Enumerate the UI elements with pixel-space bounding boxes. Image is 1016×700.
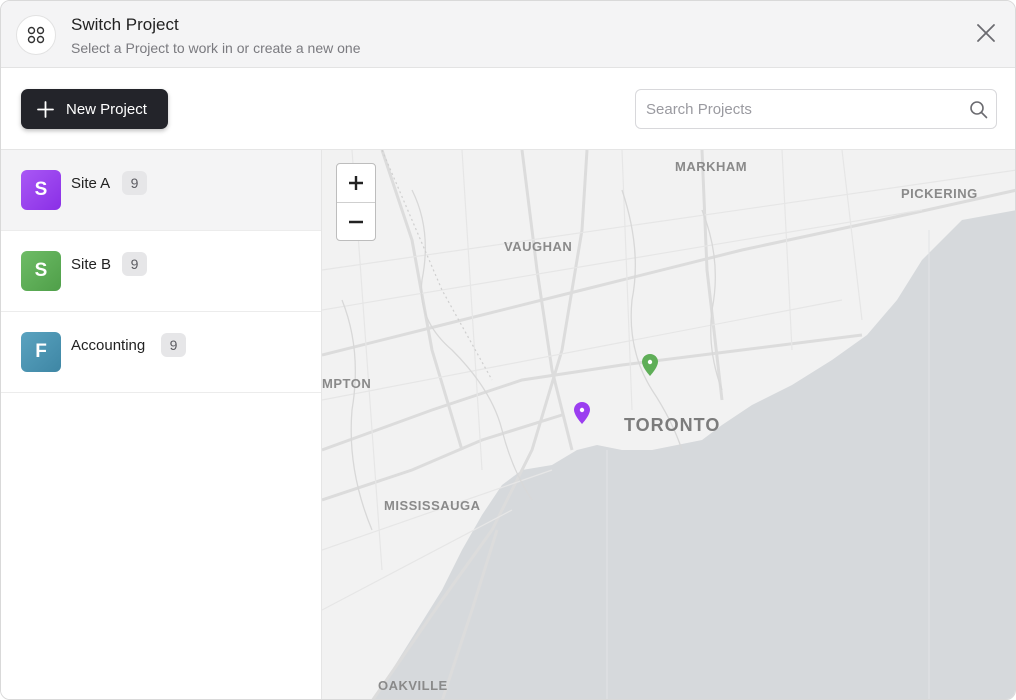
search-icon[interactable] bbox=[969, 100, 988, 119]
dialog-header: Switch Project Select a Project to work … bbox=[1, 1, 1015, 68]
map-label-markham: MARKHAM bbox=[675, 159, 748, 174]
project-name: Site A bbox=[71, 175, 111, 192]
zoom-out-button[interactable] bbox=[337, 202, 375, 240]
toolbar: New Project bbox=[1, 68, 1015, 150]
project-map[interactable]: MARKHAM PICKERING VAUGHAN MPTON TORONTO … bbox=[322, 150, 1015, 699]
new-project-label: New Project bbox=[66, 100, 147, 118]
zoom-in-button[interactable] bbox=[337, 164, 375, 202]
map-label-brampton: MPTON bbox=[322, 376, 372, 391]
project-item-site-b[interactable]: S Site B 9 bbox=[1, 231, 321, 312]
dialog-subtitle: Select a Project to work in or create a … bbox=[71, 40, 361, 56]
dialog-title: Switch Project bbox=[71, 15, 179, 34]
plus-icon bbox=[37, 100, 54, 118]
project-avatar: S bbox=[21, 251, 61, 291]
project-name: Site B bbox=[71, 256, 112, 273]
project-item-accounting[interactable]: F Accounting 9 bbox=[1, 312, 321, 393]
minus-icon bbox=[349, 220, 363, 223]
new-project-button[interactable]: New Project bbox=[21, 89, 168, 129]
project-name: Accounting bbox=[71, 337, 146, 354]
map-pin-site-a[interactable] bbox=[573, 401, 591, 425]
zoom-control bbox=[336, 163, 376, 241]
project-count-badge: 9 bbox=[122, 171, 147, 195]
project-count-badge: 9 bbox=[161, 333, 186, 357]
apps-grid-icon bbox=[16, 15, 56, 55]
search-box bbox=[635, 89, 997, 129]
map-pin-site-b[interactable] bbox=[641, 353, 659, 377]
plus-icon bbox=[349, 176, 363, 190]
search-input[interactable] bbox=[646, 90, 966, 128]
project-list: S Site A 9 S Site B 9 F Accounting 9 bbox=[1, 150, 322, 699]
project-avatar: S bbox=[21, 170, 61, 210]
map-label-mississauga: MISSISSAUGA bbox=[384, 498, 481, 513]
switch-project-dialog: Switch Project Select a Project to work … bbox=[0, 0, 1016, 700]
map-label-oakville: OAKVILLE bbox=[378, 678, 448, 693]
map-label-vaughan: VAUGHAN bbox=[504, 239, 573, 254]
project-item-site-a[interactable]: S Site A 9 bbox=[1, 150, 321, 231]
close-icon[interactable] bbox=[975, 22, 997, 44]
project-avatar: F bbox=[21, 332, 61, 372]
map-label-pickering: PICKERING bbox=[901, 186, 978, 201]
project-count-badge: 9 bbox=[122, 252, 147, 276]
map-label-toronto: TORONTO bbox=[624, 415, 721, 435]
